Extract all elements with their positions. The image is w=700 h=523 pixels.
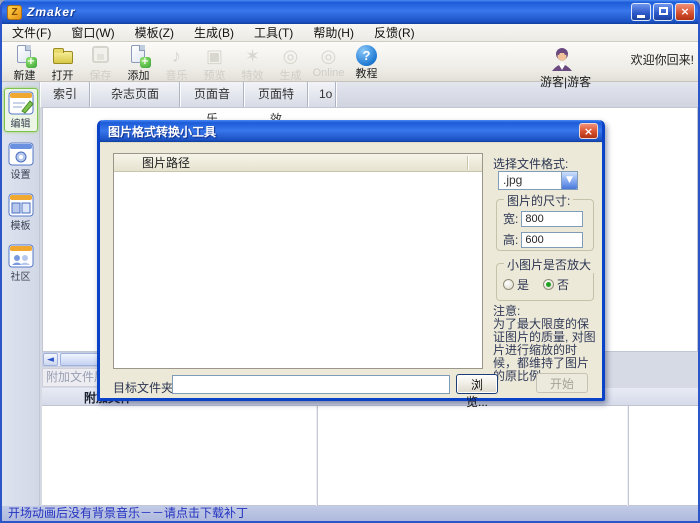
effects-button[interactable]: ✶ 特效 — [234, 44, 271, 83]
format-label: 选择文件格式: — [493, 157, 569, 171]
browse-button[interactable]: 浏览... — [456, 374, 498, 409]
status-bar[interactable]: 开场动画后没有背景音乐－－请点击下载补丁 — [2, 506, 698, 521]
menu-bar: 文件(F) 窗口(W) 模板(Z) 生成(B) 工具(T) 帮助(H) 反馈(R… — [2, 24, 698, 42]
radio-circle-icon — [543, 279, 555, 290]
tab-index[interactable]: 索引 — [40, 82, 90, 107]
enlarge-group-title: 小图片是否放大 — [504, 256, 595, 273]
width-field[interactable] — [521, 210, 584, 227]
tab-page-effects[interactable]: 页面特效 — [244, 82, 308, 126]
user-panel: 欢迎你回来! 游客|游客 — [504, 44, 694, 90]
sidebar-item-edit[interactable]: 编辑 — [3, 88, 38, 132]
help-question-icon: ? — [356, 45, 377, 66]
grid-divider — [627, 406, 629, 506]
close-button[interactable]: × — [675, 3, 695, 21]
menu-generate[interactable]: 生成(B) — [194, 24, 234, 41]
sidebar-item-community[interactable]: 社区 — [4, 241, 38, 285]
add-page-icon — [126, 44, 152, 68]
size-group: 图片的尺寸: 宽: 高: — [496, 192, 594, 251]
image-path-list[interactable]: 图片路径 — [113, 153, 483, 369]
chevron-down-icon[interactable]: ▼ — [561, 172, 577, 189]
height-field[interactable] — [521, 231, 584, 248]
preview-icon: ▣ — [205, 46, 223, 66]
target-folder-input[interactable] — [172, 375, 450, 394]
start-button[interactable]: 开始 — [536, 373, 588, 393]
tab-page-music[interactable]: 页面音乐 — [180, 82, 244, 126]
community-window-icon — [8, 244, 33, 268]
image-format-converter-dialog: 图片格式转换小工具 × 图片路径 选择文件格式: .jpg ▼ 图片的尺寸: 宽… — [97, 120, 605, 409]
open-folder-icon — [50, 44, 76, 68]
zmaker-window: Z Zmaker × 文件(F) 窗口(W) 模板(Z) 生成(B) 工具(T)… — [0, 0, 700, 523]
attachment-grid — [42, 406, 698, 506]
generate-button[interactable]: ◎ 生成 — [272, 44, 309, 83]
menu-file[interactable]: 文件(F) — [12, 24, 51, 41]
format-selected-value: .jpg — [503, 173, 523, 187]
preview-button[interactable]: ▣ 预览 — [196, 44, 233, 83]
enlarge-group: 小图片是否放大 是 否 — [496, 256, 595, 301]
save-floppy-icon — [88, 44, 114, 68]
menu-feedback[interactable]: 反馈(R) — [374, 24, 415, 41]
title-bar: Z Zmaker × — [0, 0, 700, 24]
dialog-body: 图片路径 选择文件格式: .jpg ▼ 图片的尺寸: 宽: 高: 小图片是否放 — [100, 142, 602, 409]
tutorial-button[interactable]: ? 教程 — [348, 44, 385, 81]
save-button[interactable]: 保存 — [82, 44, 119, 83]
menu-tools[interactable]: 工具(T) — [254, 24, 293, 41]
menu-help[interactable]: 帮助(H) — [313, 24, 354, 41]
dialog-title-bar: 图片格式转换小工具 × — [100, 120, 602, 142]
target-folder-label: 目标文件夹: — [113, 381, 177, 395]
music-note-icon: ♪ — [172, 46, 181, 66]
tab-1o[interactable]: 1o — [308, 82, 336, 107]
dialog-close-icon[interactable]: × — [579, 123, 598, 139]
edit-window-icon — [8, 91, 34, 115]
grid-divider — [316, 406, 318, 506]
generate-icon: ◎ — [282, 46, 299, 66]
open-button[interactable]: 打开 — [44, 44, 81, 83]
image-path-column-header[interactable]: 图片路径 — [114, 154, 482, 172]
avatar — [552, 48, 573, 71]
sidebar-item-template[interactable]: 模板 — [4, 190, 38, 234]
sidebar: 编辑 设置 模板 社区 — [2, 82, 40, 506]
effects-star-icon: ✶ — [244, 46, 261, 66]
menu-template[interactable]: 模板(Z) — [135, 24, 174, 41]
radio-no[interactable]: 否 — [543, 276, 569, 293]
maximize-button[interactable] — [653, 3, 673, 21]
new-button[interactable]: 新建 — [6, 44, 43, 83]
online-icon: ◎ — [320, 46, 337, 66]
sidebar-item-settings[interactable]: 设置 — [4, 139, 38, 183]
music-button[interactable]: ♪ 音乐 — [158, 44, 195, 83]
height-label: 高: — [503, 233, 519, 247]
template-window-icon — [8, 193, 33, 217]
radio-circle-icon — [503, 279, 514, 290]
dialog-title: 图片格式转换小工具 — [108, 124, 217, 139]
add-button[interactable]: 添加 — [120, 44, 157, 83]
app-icon: Z — [7, 4, 22, 20]
note-block: 注意: 为了最大限度的保证图片的质量, 对图片进行缩放的时候，都维持了图片的原比… — [493, 305, 599, 383]
width-label: 宽: — [503, 212, 519, 226]
minimize-button[interactable] — [631, 3, 651, 21]
size-group-title: 图片的尺寸: — [504, 192, 574, 209]
new-doc-icon — [12, 44, 38, 68]
online-button[interactable]: ◎ Online — [310, 44, 347, 79]
format-select[interactable]: .jpg ▼ — [498, 171, 578, 190]
window-title: Zmaker — [27, 5, 76, 19]
scroll-left-arrow-icon[interactable]: ◄ — [43, 353, 58, 366]
menu-window[interactable]: 窗口(W) — [71, 24, 114, 41]
welcome-text: 欢迎你回来! — [630, 52, 694, 67]
radio-yes[interactable]: 是 — [503, 276, 529, 293]
tab-magazine-pages[interactable]: 杂志页面 — [90, 82, 180, 107]
settings-window-icon — [8, 142, 33, 166]
username-text[interactable]: 游客|游客 — [540, 73, 694, 90]
toolbar: 新建 打开 保存 添加 ♪ 音乐 ▣ 预览 ✶ 特效 ◎ 生成 — [2, 42, 698, 89]
